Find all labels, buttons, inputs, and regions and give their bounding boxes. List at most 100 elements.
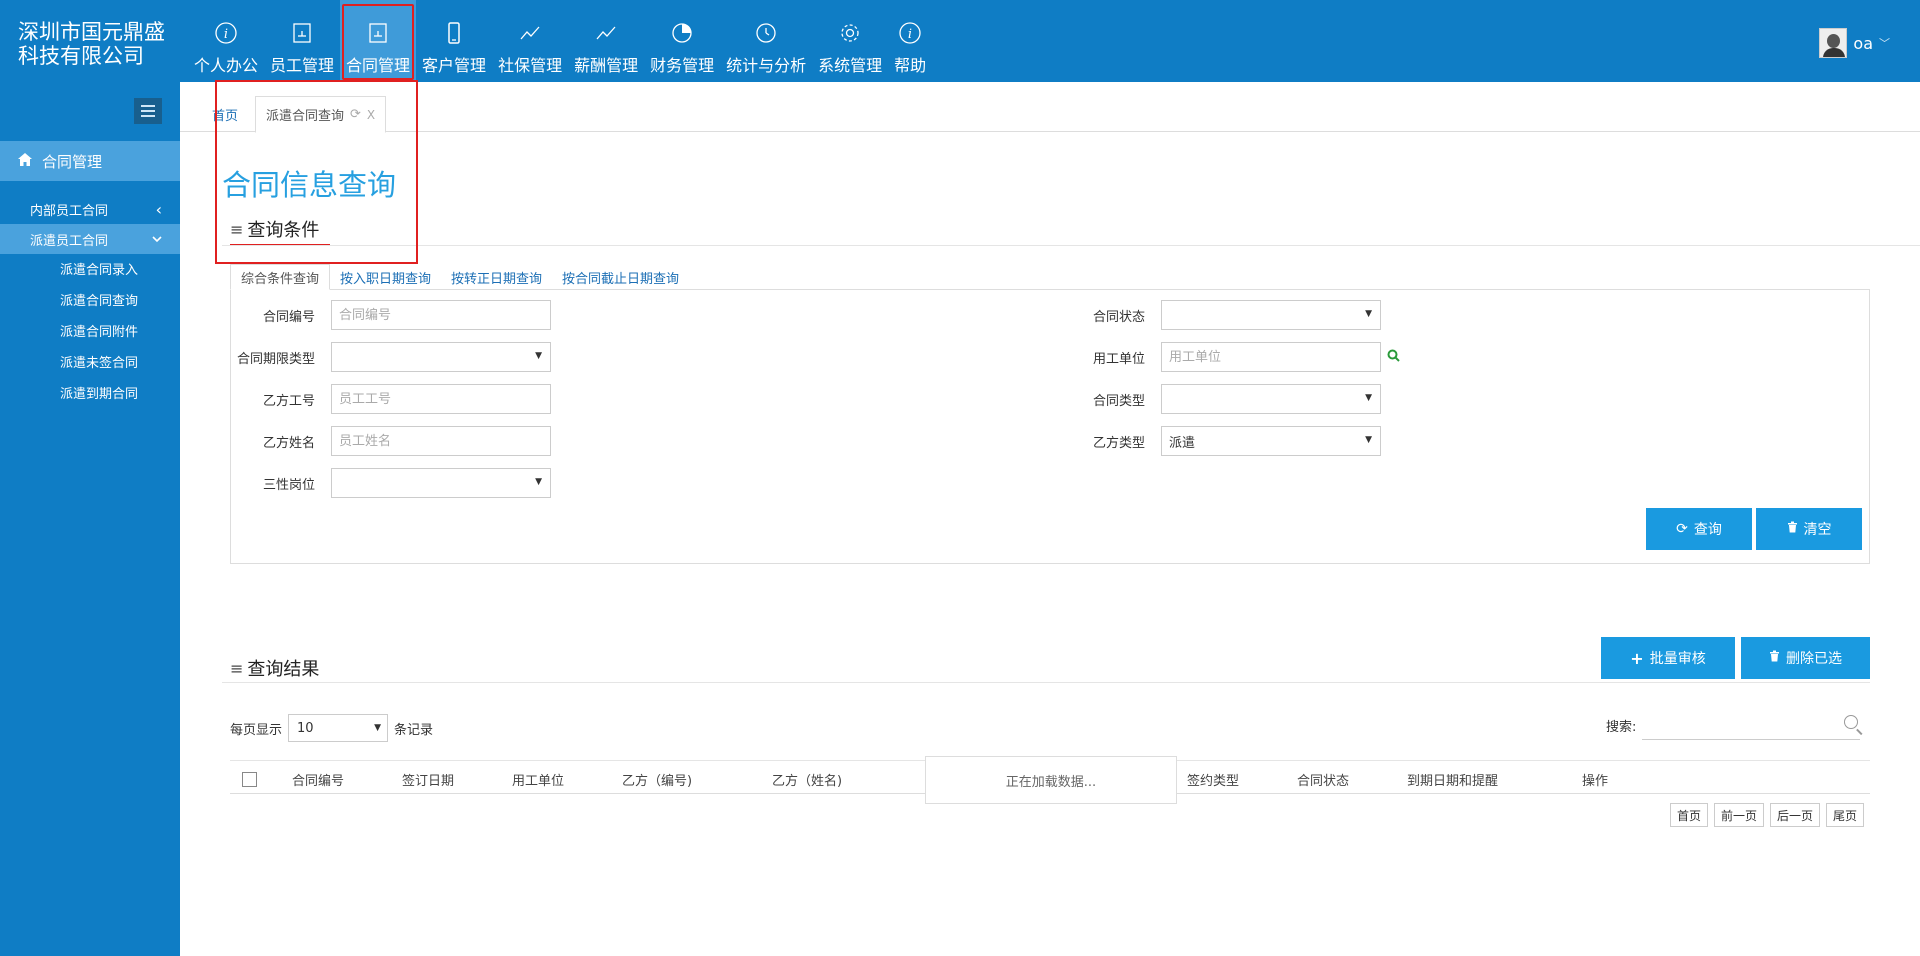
sidebar-group-internal[interactable]: 内部员工合同 ‹ [0,194,180,224]
nav-label: 统计与分析 [726,56,807,75]
next-page-button[interactable]: 后一页 [1770,803,1821,827]
contract-status-select[interactable]: ▼ [1161,300,1381,330]
nav-item-7[interactable]: 统计与分析 [720,0,812,82]
party-b-type-select[interactable]: 派遣 ▼ [1161,426,1381,456]
tab-label: 派遣合同查询 [266,109,345,124]
user-name[interactable]: oa [1853,34,1873,53]
nav-item-4[interactable]: 社保管理 [492,0,568,82]
prev-page-button[interactable]: 前一页 [1714,803,1765,827]
field-label: 合同状态 [1092,309,1145,325]
sidebar-group-label: 派遣员工合同 [30,233,109,249]
contract-no-input[interactable] [331,300,551,330]
search-icon[interactable] [1844,715,1859,729]
sidebar-item-contract-attachment[interactable]: 派遣合同附件 [60,321,138,340]
refresh-icon: ⟳ [1676,521,1688,537]
column-header[interactable]: 签订日期 [402,770,454,789]
page-size-suffix: 条记录 [394,722,434,738]
first-page-button[interactable]: 首页 [1670,803,1709,827]
close-icon[interactable]: X [367,108,375,122]
delete-selected-button[interactable]: 删除已选 [1741,637,1870,679]
sidebar-item-contract-query[interactable]: 派遣合同查询 [60,290,138,309]
tab-home[interactable]: 首页 [210,96,248,133]
divider [222,245,1920,246]
field-contract-status: 合同状态 ▼ [1061,300,1381,330]
dropdown-arrow-icon: ▼ [1365,309,1372,319]
button-label: 清空 [1803,522,1832,538]
query-panel: 合同编号 合同期限类型 ▼ 乙方工号 乙方姓名 三性岗位 ▼ 合同状态 ▼ 用工… [230,289,1870,564]
select-all-checkbox[interactable] [242,772,257,787]
search-input[interactable] [1642,710,1861,740]
dropdown-arrow-icon: ▼ [1365,435,1372,445]
sidebar-item-expiring-contract[interactable]: 派遣到期合同 [60,383,138,402]
menu-toggle-icon[interactable] [134,98,162,124]
phone-icon [441,20,467,46]
nav-item-1[interactable]: 员工管理 [264,0,340,82]
nav-label: 客户管理 [422,56,487,75]
page-tabs: 首页 派遣合同查询 ⟳ X [180,90,1920,133]
user-menu[interactable]: oa ﹀ [1819,28,1890,58]
last-page-button[interactable]: 尾页 [1826,803,1865,827]
line-chart-icon [593,20,619,46]
search-icon[interactable] [1387,349,1400,366]
term-type-select[interactable]: ▼ [331,342,551,372]
nav-item-5[interactable]: 薪酬管理 [568,0,644,82]
field-contract-type: 合同类型 ▼ [1061,384,1381,414]
nav-item-9[interactable]: i 帮助 [888,0,932,82]
sidebar-item-unsigned-contract[interactable]: 派遣未签合同 [60,352,138,371]
dropdown-arrow-icon: ▼ [1365,393,1372,403]
chevron-down-icon[interactable]: ﹀ [1879,35,1890,51]
nav-item-0[interactable]: i 个人办公 [188,0,264,82]
tab-probation-date-query[interactable]: 按转正日期查询 [441,264,552,290]
tab-general-query[interactable]: 综合条件查询 [230,264,331,290]
column-header[interactable]: 合同编号 [292,770,344,789]
contract-type-select[interactable]: ▼ [1161,384,1381,414]
tab-contract-end-query[interactable]: 按合同截止日期查询 [552,264,689,290]
document-icon [289,20,315,46]
field-label: 用工单位 [1092,351,1145,367]
line-chart-icon [517,20,543,46]
column-header[interactable]: 到期日期和提醒 [1407,770,1498,789]
column-header[interactable]: 乙方（编号) [622,770,692,789]
query-section-label: 查询条件 [247,220,320,241]
column-header[interactable]: 签约类型 [1187,770,1239,789]
column-header[interactable]: 用工单位 [512,770,564,789]
employer-input[interactable] [1161,342,1381,372]
refresh-icon[interactable]: ⟳ [350,107,361,122]
column-header[interactable]: 合同状态 [1297,770,1349,789]
batch-approve-button[interactable]: + 批量审核 [1601,637,1735,679]
column-header[interactable]: 操作 [1582,770,1608,789]
tab-hire-date-query[interactable]: 按入职日期查询 [330,264,441,290]
field-label: 乙方工号 [262,393,315,409]
sidebar-header[interactable]: 合同管理 [0,141,180,181]
dropdown-arrow-icon: ▼ [535,351,542,361]
sidebar-group-dispatch[interactable]: 派遣员工合同 [0,224,180,254]
list-icon: ≡ [230,219,244,239]
nav-item-2[interactable]: 合同管理 [340,0,417,82]
employee-no-input[interactable] [331,384,551,414]
loading-indicator: 正在加载数据... [925,756,1177,804]
gear-icon [837,20,863,46]
nav-item-3[interactable]: 客户管理 [416,0,492,82]
results-section-label: 查询结果 [247,659,320,680]
clear-button[interactable]: 清空 [1756,508,1862,550]
home-icon [18,152,32,170]
page-size-select[interactable]: 10 ▼ [288,714,389,742]
brand-line-2: 科技有限公司 [18,44,144,68]
column-header[interactable]: 乙方（姓名) [772,770,842,789]
nav-item-8[interactable]: 系统管理 [812,0,888,82]
avatar[interactable] [1819,28,1848,58]
nav-item-6[interactable]: 财务管理 [644,0,720,82]
employee-name-input[interactable] [331,426,551,456]
three-post-select[interactable]: ▼ [331,468,551,498]
field-employer: 用工单位 [1061,342,1400,372]
field-three-post: 三性岗位 ▼ [231,468,551,498]
field-label: 合同期限类型 [236,351,315,367]
button-label: 删除已选 [1786,651,1842,667]
sidebar-item-contract-entry[interactable]: 派遣合同录入 [60,259,138,278]
field-label: 乙方姓名 [262,435,315,451]
main-nav: i 个人办公 员工管理 合同管理 客户管理 社保管理 薪酬管理 财务管理 统计与分析 系统管理 i 帮… [188,0,932,82]
field-employee-name: 乙方姓名 [231,426,551,456]
tab-contract-query[interactable]: 派遣合同查询 ⟳ X [255,96,387,133]
list-icon: ≡ [230,658,244,678]
query-button[interactable]: ⟳ 查询 [1646,508,1752,550]
